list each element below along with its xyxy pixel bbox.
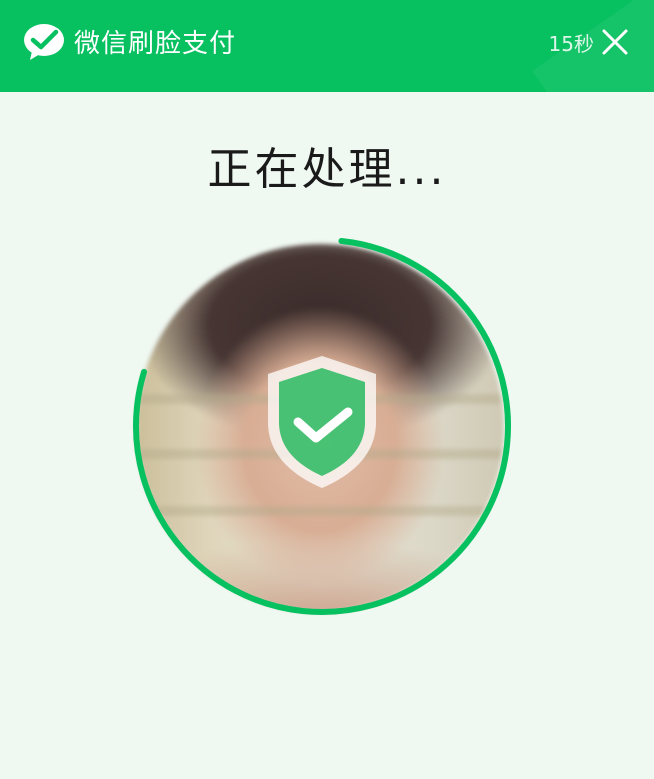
header-bar: 微信刷脸支付 15秒 [0, 0, 654, 92]
shield-check-icon [268, 356, 376, 488]
close-icon[interactable] [600, 27, 630, 57]
countdown-timer: 15秒 [548, 32, 594, 56]
header-title: 微信刷脸支付 [74, 29, 237, 59]
face-capture-area [128, 232, 516, 620]
wechat-pay-logo-icon [24, 24, 64, 60]
processing-status: 正在处理... [207, 144, 447, 195]
